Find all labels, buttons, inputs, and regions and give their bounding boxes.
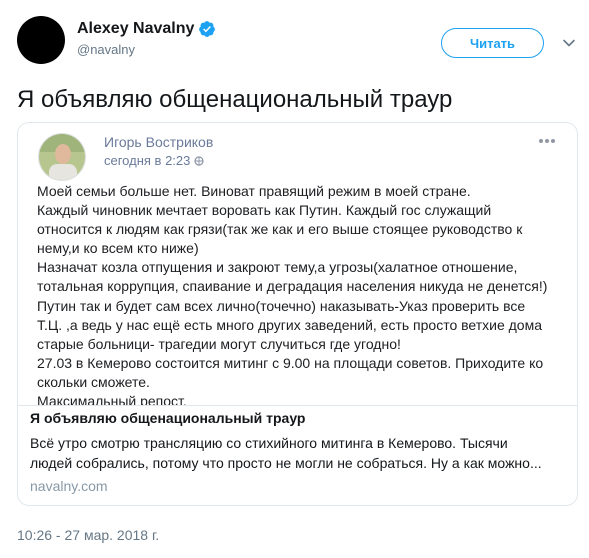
card-description: Всё утро смотрю трансляцию со стихийного… [30, 433, 570, 473]
follow-button[interactable]: Читать [441, 28, 544, 58]
author-name-row[interactable]: Alexey Navalny [77, 20, 216, 38]
more-options-icon [539, 139, 555, 143]
card-title[interactable]: Я объявляю общенациональный траур [30, 410, 305, 426]
card-image-facebook-post: Игорь Востриков сегодня в 2:23 Моей семь… [18, 123, 577, 406]
post-line: Максимальный репост. [37, 393, 187, 406]
author-display-name[interactable]: Alexey Navalny [77, 20, 194, 38]
verified-badge-icon [199, 21, 216, 37]
tweet-timestamp[interactable]: 10:26 - 27 мар. 2018 г. [17, 527, 159, 543]
post-line: Т.Ц. ,а ведь у нас ещё есть много других… [37, 316, 543, 333]
post-line: относится к людям как грязи(так же как и… [37, 221, 523, 238]
post-line: тотальная коррупция, спаивание и деграда… [37, 278, 548, 295]
post-author-photo [38, 133, 86, 181]
card-description-line: людей собрались, потому что просто не мо… [30, 455, 542, 471]
author-avatar[interactable] [17, 16, 65, 64]
link-card[interactable]: Игорь Востриков сегодня в 2:23 Моей семь… [17, 122, 578, 506]
card-description-line: Всё утро смотрю трансляцию со стихийного… [30, 435, 508, 451]
chevron-down-icon[interactable] [562, 36, 576, 50]
post-line: старые больници- трагедии могут случитьс… [37, 335, 401, 352]
post-body: Моей семьи больше нет. Виноват правящий … [37, 182, 572, 406]
post-line: скольки сможете. [37, 373, 150, 390]
post-author-name: Игорь Востриков [104, 134, 214, 150]
post-line: Каждый чиновник мечтает воровать как Пут… [37, 202, 492, 219]
card-domain[interactable]: navalny.com [30, 478, 108, 494]
post-line: Моей семьи больше нет. Виноват правящий … [37, 183, 471, 199]
post-line: Назначат козла отпущения и закроют тему,… [37, 259, 518, 276]
globe-icon [194, 155, 204, 166]
post-line: нему,и ко всем кто ниже) [37, 240, 199, 257]
author-handle[interactable]: @navalny [77, 42, 135, 57]
post-line: 27.03 в Кемерово состоится митинг с 9.00… [37, 354, 544, 371]
post-meta: сегодня в 2:23 [104, 153, 204, 168]
tweet-text: Я объявляю общенациональный траур [17, 86, 453, 113]
post-line: Путин так и будет сам всех лично(точечно… [37, 297, 526, 314]
post-time: сегодня в 2:23 [104, 153, 191, 168]
